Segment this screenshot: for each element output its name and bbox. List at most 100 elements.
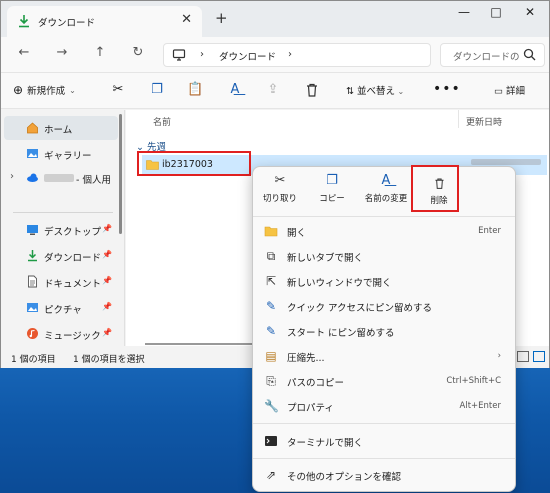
title-bar: ダウンロード ✕ + — □ ✕	[1, 1, 549, 37]
sort-button[interactable]: ⇅ 並べ替え ⌄	[346, 83, 404, 97]
rename-icon[interactable]: A͟	[227, 82, 243, 98]
chevron-right-icon[interactable]: ›	[10, 171, 14, 182]
pin-icon[interactable]: 📌	[102, 276, 112, 285]
terminal-icon	[265, 436, 277, 446]
rename-button[interactable]: A͟ 名前の変更	[357, 173, 415, 211]
sidebar-item-music[interactable]: ミュージック 📌	[4, 322, 118, 346]
new-window-icon: ⇱	[265, 274, 277, 288]
menu-divider	[253, 458, 515, 459]
highlight-box-file	[137, 151, 251, 176]
up-arrow-icon[interactable]: ↑	[91, 45, 109, 63]
horizontal-scrollbar[interactable]	[145, 343, 255, 345]
tab-downloads[interactable]: ダウンロード ✕	[7, 6, 202, 37]
forward-arrow-icon[interactable]: →	[53, 45, 71, 63]
rename-icon: A͟	[381, 173, 391, 188]
address-field[interactable]: › ダウンロード ›	[163, 43, 431, 67]
menu-item-compress[interactable]: ▤ 圧縮先... ›	[257, 344, 513, 369]
minimize-button[interactable]: —	[449, 5, 479, 25]
delete-icon[interactable]	[304, 82, 320, 98]
music-icon	[27, 328, 38, 339]
copy-path-icon: ⎘	[266, 374, 276, 388]
menu-item-open-new-window[interactable]: ⇱ 新しいウィンドウで開く	[257, 269, 513, 294]
details-view-icon[interactable]	[517, 351, 529, 362]
breadcrumb-downloads[interactable]: ダウンロード	[219, 49, 276, 63]
file-date-blurred	[471, 159, 541, 165]
sidebar-item-documents[interactable]: ドキュメント 📌	[4, 270, 118, 294]
navigation-pane: ホーム ギャラリー › - 個人用 デスクトップ 📌 ダウンロード 📌 ドキュメ…	[1, 110, 125, 346]
menu-item-copy-path[interactable]: ⎘ パスのコピー Ctrl+Shift+C	[257, 369, 513, 394]
sort-icon: ⇅	[346, 86, 357, 97]
sidebar-item-desktop[interactable]: デスクトップ 📌	[4, 218, 118, 242]
more-options-icon[interactable]: •••	[433, 81, 461, 97]
menu-item-properties[interactable]: 🔧 プロパティ Alt+Enter	[257, 394, 513, 419]
search-placeholder: ダウンロードの	[453, 52, 520, 63]
tiles-view-icon[interactable]	[533, 351, 545, 362]
menu-item-pin-quick-access[interactable]: ✎ クイック アクセスにピン留めする	[257, 294, 513, 319]
maximize-button[interactable]: □	[481, 5, 511, 25]
column-header-date[interactable]: 更新日時	[466, 115, 502, 128]
menu-item-open[interactable]: 開く Enter	[257, 219, 513, 244]
context-menu: ✂ 切り取り ❐ コピー A͟ 名前の変更 削除 開く Enter ⧉ 新しいタ…	[252, 166, 516, 492]
tab-close-icon[interactable]: ✕	[181, 12, 192, 27]
cut-icon[interactable]: ✂	[110, 82, 126, 98]
new-tab-button[interactable]: +	[215, 9, 228, 27]
highlight-box-delete	[411, 165, 459, 212]
menu-item-open-new-tab[interactable]: ⧉ 新しいタブで開く	[257, 244, 513, 269]
share-icon[interactable]: ⇪	[265, 82, 281, 98]
pin-icon[interactable]: 📌	[102, 250, 112, 259]
refresh-icon[interactable]: ↻	[129, 45, 147, 63]
chevron-right-icon[interactable]: ›	[200, 49, 204, 60]
chevron-down-icon: ⌄	[395, 87, 405, 96]
pin-icon[interactable]: 📌	[102, 328, 112, 337]
pin-start-icon: ✎	[265, 324, 277, 338]
new-tab-icon: ⧉	[266, 249, 276, 263]
download-icon	[28, 250, 37, 262]
sidebar-item-onedrive[interactable]: › - 個人用	[4, 166, 118, 190]
menu-item-open-terminal[interactable]: ターミナルで開く	[257, 429, 513, 454]
sidebar-item-downloads[interactable]: ダウンロード 📌	[4, 244, 118, 268]
desktop-folder-icon	[27, 225, 38, 235]
copy-icon[interactable]: ❐	[149, 82, 165, 98]
menu-item-pin-start[interactable]: ✎ スタート にピン留めする	[257, 319, 513, 344]
properties-icon: 🔧	[264, 399, 279, 413]
sidebar-scrollbar[interactable]	[119, 114, 122, 234]
search-input[interactable]: ダウンロードの	[440, 43, 545, 67]
gallery-icon	[27, 149, 38, 158]
pictures-icon	[27, 303, 38, 312]
plus-circle-icon: ⊕	[13, 83, 24, 97]
sidebar-item-home[interactable]: ホーム	[4, 116, 118, 140]
sidebar-item-pictures[interactable]: ピクチャ 📌	[4, 296, 118, 320]
menu-divider	[253, 423, 515, 424]
download-icon	[19, 15, 29, 28]
back-arrow-icon[interactable]: ←	[15, 45, 33, 63]
new-button[interactable]: ⊕ 新規作成 ⌄	[13, 83, 76, 97]
address-bar-row: ← → ↑ ↻ › ダウンロード › ダウンロードの	[1, 37, 549, 73]
copy-icon: ❐	[326, 173, 338, 188]
copy-button[interactable]: ❐ コピー	[307, 173, 357, 211]
chevron-down-icon: ⌄	[69, 85, 76, 95]
home-icon	[27, 122, 38, 134]
computer-icon	[172, 49, 186, 61]
details-pane-icon: ▭	[494, 86, 506, 97]
pin-icon: ✎	[265, 299, 277, 313]
item-count: 1 個の項目	[11, 355, 56, 365]
sidebar-divider	[13, 212, 113, 213]
column-header-name[interactable]: 名前	[153, 115, 171, 128]
paste-icon[interactable]: 📋	[187, 82, 203, 98]
close-window-button[interactable]: ✕	[515, 5, 545, 25]
cut-button[interactable]: ✂ 切り取り	[255, 173, 305, 211]
pin-icon[interactable]: 📌	[102, 224, 112, 233]
search-icon	[523, 48, 536, 61]
menu-divider	[253, 216, 515, 217]
blurred-account-name	[44, 174, 74, 182]
chevron-right-icon[interactable]: ›	[288, 49, 292, 60]
folder-open-icon	[264, 226, 278, 237]
details-pane-button[interactable]: ▭ 詳細	[494, 83, 525, 97]
command-bar: ⊕ 新規作成 ⌄ ✂ ❐ 📋 A͟ ⇪ ⇅ 並べ替え ⌄ ••• ▭ 詳細	[1, 73, 549, 109]
pin-icon[interactable]: 📌	[102, 302, 112, 311]
menu-item-more-options[interactable]: ⇗ その他のオプションを確認	[257, 463, 513, 488]
column-divider[interactable]	[458, 110, 459, 128]
documents-icon	[28, 275, 37, 288]
selection-count: 1 個の項目を選択	[73, 355, 145, 365]
sidebar-item-gallery[interactable]: ギャラリー	[4, 142, 118, 166]
